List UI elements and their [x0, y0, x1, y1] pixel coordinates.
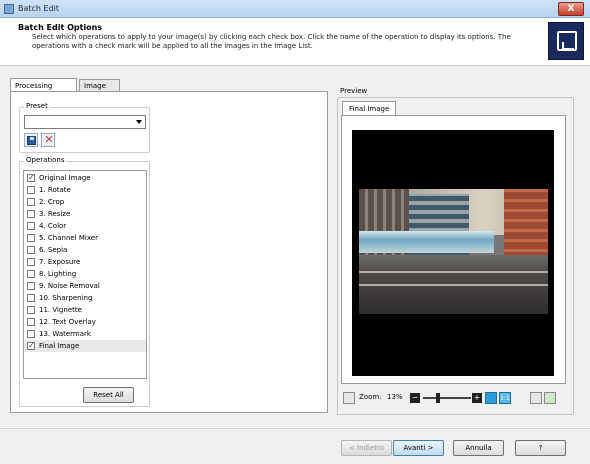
processing-profile-panel: Preset ✕ Operations ✓ Original Image 1. Ro… [10, 91, 328, 413]
list-item[interactable]: 12. Text Overlay [24, 316, 146, 328]
batch-edit-icon [548, 22, 584, 60]
footer-divider [0, 428, 590, 429]
operation-label[interactable]: 9. Noise Removal [39, 280, 100, 292]
header-description: Select which operations to apply to your… [32, 33, 511, 50]
operation-checkbox[interactable]: ✓ [27, 173, 35, 182]
check-icon: ✓ [28, 173, 35, 182]
preset-label: Preset [24, 102, 50, 110]
operation-checkbox[interactable] [27, 234, 35, 242]
preview-image [359, 189, 548, 314]
zoom-slider[interactable] [423, 397, 471, 399]
list-item[interactable]: 6. Sepia [24, 244, 146, 256]
operations-list[interactable]: ✓ Original Image 1. Rotate 2. Crop 3. Resize… [23, 170, 147, 379]
preset-group: Preset ✕ [19, 102, 150, 153]
operation-checkbox[interactable] [27, 210, 35, 218]
list-item[interactable]: 3. Resize [24, 208, 146, 220]
check-icon: ✓ [28, 341, 35, 350]
zoom-value: 13% [387, 393, 403, 401]
operation-checkbox[interactable] [27, 294, 35, 302]
list-item[interactable]: 4. Color [24, 220, 146, 232]
list-item[interactable]: 8. Lighting [24, 268, 146, 280]
list-item[interactable]: 13. Watermark [24, 328, 146, 340]
operation-label[interactable]: 7. Exposure [39, 256, 80, 268]
operation-label[interactable]: 11. Vignette [39, 304, 82, 316]
list-item[interactable]: 7. Exposure [24, 256, 146, 268]
delete-icon: ✕ [44, 133, 54, 146]
fit-to-window-icon[interactable] [485, 392, 497, 404]
close-button[interactable]: X [558, 2, 584, 16]
title-bar: Batch Edit X [0, 0, 590, 18]
operation-checkbox[interactable] [27, 282, 35, 290]
zoom-toolbar: Zoom: 13% − + 1:1 [341, 390, 566, 406]
image-icon[interactable] [343, 392, 355, 404]
operation-checkbox[interactable] [27, 258, 35, 266]
tab-final-image[interactable]: Final Image [342, 101, 397, 115]
cancel-button[interactable]: Annulla [453, 440, 504, 456]
next-button[interactable]: Avanti > [393, 440, 444, 456]
operation-label[interactable]: 2. Crop [39, 196, 64, 208]
app-icon [4, 4, 14, 14]
list-item[interactable]: 5. Channel Mixer [24, 232, 146, 244]
operation-label[interactable]: 10. Sharpening [39, 292, 92, 304]
list-item[interactable]: 9. Noise Removal [24, 280, 146, 292]
operation-checkbox[interactable] [27, 306, 35, 314]
operation-checkbox[interactable]: ✓ [27, 341, 35, 350]
preset-select[interactable] [24, 115, 146, 129]
operation-checkbox[interactable] [27, 246, 35, 254]
operation-checkbox[interactable] [27, 270, 35, 278]
list-item[interactable]: ✓ Original Image [24, 172, 146, 184]
operation-checkbox[interactable] [27, 198, 35, 206]
operation-checkbox[interactable] [27, 186, 35, 194]
operation-label[interactable]: 3. Resize [39, 208, 70, 220]
operation-label[interactable]: 12. Text Overlay [39, 316, 96, 328]
header-title: Batch Edit Options [18, 23, 103, 32]
operations-group: Operations ✓ Original Image 1. Rotate 2. Cr… [19, 156, 150, 407]
operation-label[interactable]: 5. Channel Mixer [39, 232, 98, 244]
operation-label[interactable]: 4. Color [39, 220, 66, 232]
tab-processing-profile[interactable]: Processing Profile [10, 78, 77, 104]
zoom-out-button[interactable]: − [410, 393, 420, 403]
preview-label: Preview [340, 87, 368, 95]
zoom-slider-thumb[interactable] [436, 393, 440, 403]
reset-all-button[interactable]: Reset All [83, 387, 134, 403]
list-item[interactable]: 2. Crop [24, 196, 146, 208]
compare-icon[interactable] [530, 392, 542, 404]
zoom-in-button[interactable]: + [472, 393, 482, 403]
operations-label: Operations [24, 156, 67, 164]
save-icon [27, 136, 36, 145]
dialog-header: Batch Edit Options Select which operatio… [0, 18, 590, 66]
delete-preset-button[interactable]: ✕ [41, 133, 55, 147]
operation-label[interactable]: Final Image [39, 340, 79, 352]
save-preset-button[interactable] [24, 133, 38, 147]
chevron-down-icon [136, 120, 142, 124]
actual-size-icon[interactable]: 1:1 [499, 392, 511, 404]
operation-checkbox[interactable] [27, 330, 35, 338]
operation-label[interactable]: 1. Rotate [39, 184, 71, 196]
list-item[interactable]: 11. Vignette [24, 304, 146, 316]
zoom-label: Zoom: [359, 393, 382, 401]
back-button[interactable]: < Indietro [341, 440, 392, 456]
operation-checkbox[interactable] [27, 318, 35, 326]
list-item[interactable]: 1. Rotate [24, 184, 146, 196]
operation-label[interactable]: 13. Watermark [39, 328, 91, 340]
operation-label[interactable]: Original Image [39, 172, 91, 184]
full-screen-icon[interactable] [544, 392, 556, 404]
operation-label[interactable]: 6. Sepia [39, 244, 67, 256]
operation-label[interactable]: 8. Lighting [39, 268, 76, 280]
list-item[interactable]: 10. Sharpening [24, 292, 146, 304]
list-item[interactable]: ✓ Final Image [24, 340, 146, 352]
operation-checkbox[interactable] [27, 222, 35, 230]
window-title: Batch Edit [18, 4, 60, 13]
help-button[interactable]: ? [515, 440, 566, 456]
